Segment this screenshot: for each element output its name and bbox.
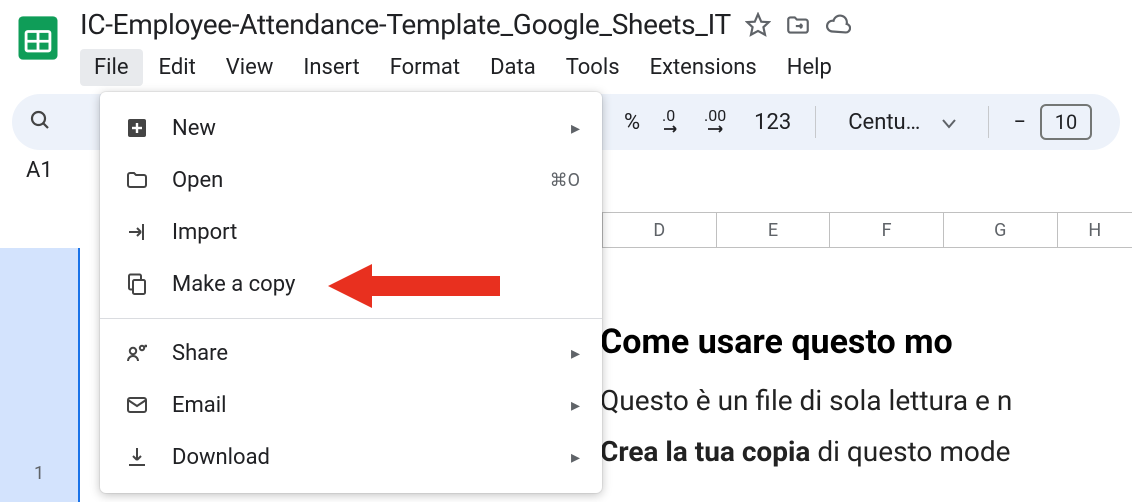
- menu-item-label: New: [172, 116, 551, 141]
- toolbar-separator: [815, 106, 816, 138]
- col-header[interactable]: E: [717, 213, 831, 247]
- submenu-arrow-icon: ▸: [571, 343, 580, 364]
- star-icon[interactable]: [745, 12, 771, 38]
- import-icon: [122, 217, 152, 247]
- col-header[interactable]: D: [603, 213, 717, 247]
- col-header[interactable]: F: [830, 213, 944, 247]
- menu-insert[interactable]: Insert: [289, 49, 373, 86]
- menu-data[interactable]: Data: [476, 49, 550, 86]
- menubar: File Edit View Insert Format Data Tools …: [80, 49, 1120, 86]
- menu-extensions[interactable]: Extensions: [636, 49, 771, 86]
- submenu-arrow-icon: ▸: [571, 395, 580, 416]
- cell-content[interactable]: Come usare questo mo Questo è un file di…: [600, 322, 1132, 486]
- percent-button[interactable]: %: [620, 110, 644, 135]
- toolbar-separator: [988, 106, 989, 138]
- new-sheet-icon: [122, 113, 152, 143]
- menu-item-open[interactable]: Open ⌘O: [100, 154, 602, 206]
- menu-item-label: Open: [172, 168, 530, 193]
- menu-tools[interactable]: Tools: [552, 49, 634, 86]
- menu-item-label: Download: [172, 445, 551, 470]
- submenu-arrow-icon: ▸: [571, 447, 580, 468]
- font-name: Centu…: [848, 110, 920, 135]
- col-header[interactable]: G: [944, 213, 1058, 247]
- folder-icon: [122, 165, 152, 195]
- menu-item-email[interactable]: Email ▸: [100, 379, 602, 431]
- svg-text:.00: .00: [704, 107, 726, 125]
- font-size-decrease[interactable]: −: [1009, 110, 1030, 135]
- menu-item-label: Share: [172, 341, 551, 366]
- submenu-arrow-icon: ▸: [571, 118, 580, 139]
- decrease-decimal-icon[interactable]: .0: [658, 107, 688, 137]
- file-menu-dropdown: New ▸ Open ⌘O Import Make a copy Share ▸…: [100, 92, 602, 493]
- menu-help[interactable]: Help: [773, 49, 846, 86]
- cloud-icon[interactable]: [825, 12, 851, 38]
- menu-item-make-copy[interactable]: Make a copy: [100, 258, 602, 310]
- caret-down-icon: [942, 110, 956, 135]
- download-icon: [122, 442, 152, 472]
- menu-item-download[interactable]: Download ▸: [100, 431, 602, 483]
- row-gutter: 1: [0, 248, 80, 502]
- copy-icon: [122, 269, 152, 299]
- row-number[interactable]: 1: [0, 463, 78, 484]
- font-size-input[interactable]: 10: [1040, 104, 1092, 140]
- sheets-logo-icon[interactable]: [12, 12, 64, 64]
- email-icon: [122, 390, 152, 420]
- menu-item-import[interactable]: Import: [100, 206, 602, 258]
- svg-text:.0: .0: [662, 107, 675, 125]
- content-line: Questo è un file di sola lettura e n: [600, 384, 1132, 417]
- menu-format[interactable]: Format: [376, 49, 474, 86]
- shortcut-label: ⌘O: [550, 170, 580, 191]
- menu-item-label: Email: [172, 393, 551, 418]
- column-headers: D E F G H: [602, 212, 1132, 248]
- menu-separator: [100, 318, 602, 319]
- menu-edit[interactable]: Edit: [145, 49, 210, 86]
- app-header: IC-Employee-Attendance-Template_Google_S…: [0, 0, 1132, 86]
- doc-title[interactable]: IC-Employee-Attendance-Template_Google_S…: [80, 8, 731, 41]
- menu-file[interactable]: File: [80, 49, 143, 86]
- menu-item-share[interactable]: Share ▸: [100, 327, 602, 379]
- menu-item-label: Make a copy: [172, 272, 580, 297]
- content-heading: Come usare questo mo: [600, 322, 1132, 362]
- number-format-button[interactable]: 123: [750, 110, 795, 135]
- search-icon[interactable]: [28, 108, 52, 136]
- font-dropdown[interactable]: Centu…: [836, 110, 968, 135]
- menu-item-new[interactable]: New ▸: [100, 102, 602, 154]
- increase-decimal-icon[interactable]: .00: [702, 107, 736, 137]
- col-header[interactable]: H: [1058, 213, 1132, 247]
- menu-view[interactable]: View: [212, 49, 288, 86]
- share-icon: [122, 338, 152, 368]
- content-line: Crea la tua copia di questo mode: [600, 435, 1132, 468]
- move-icon[interactable]: [785, 12, 811, 38]
- menu-item-label: Import: [172, 220, 580, 245]
